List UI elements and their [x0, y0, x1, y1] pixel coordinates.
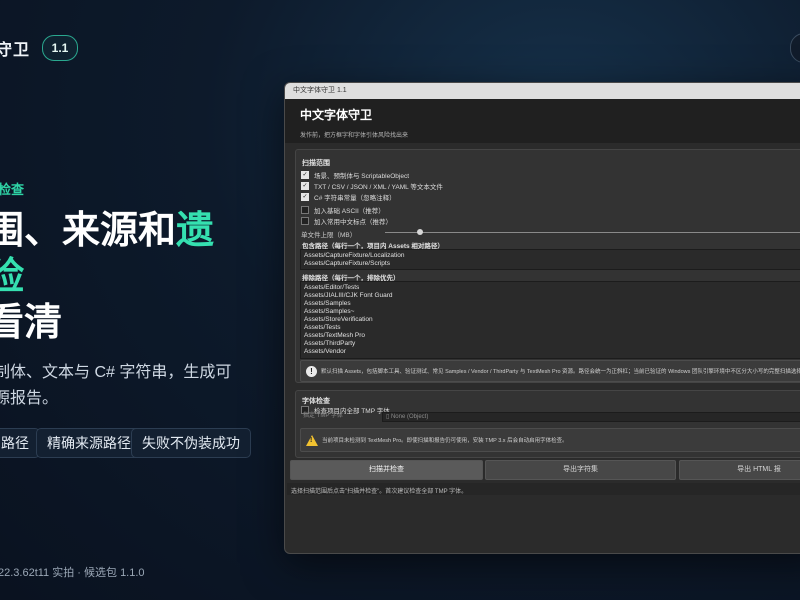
version-footnote: 22.3.62t11 实拍 · 候选包 1.1.0	[0, 567, 145, 579]
path-line: Assets/Samples~	[304, 308, 355, 315]
app-window: 中文字体守卫 1.1 中文字体守卫 发作前，把方框字和字体引体风险找出来 扫描范…	[284, 82, 800, 554]
export-charset-button[interactable]: 导出字符集	[485, 460, 676, 480]
info-icon: !	[306, 365, 317, 377]
font-check-panel: 字体检查 检查项目内全部 TMP 字体 指定 TMP 字体 ▯ None (Ob…	[295, 390, 800, 458]
tmp-font-object-field[interactable]: ▯ None (Object)	[382, 412, 800, 422]
option-label: C# 字符串常量（忽略注释）	[314, 195, 396, 202]
option-label: 加入基础 ASCII（推荐）	[314, 208, 385, 215]
path-line: Assets/StoreVerification	[304, 316, 373, 323]
tmp-warning-box: ! 当前项目未检测到 TextMesh Pro。即使扫描和报告仍可使用，安装 T…	[300, 428, 800, 452]
option-label: TXT / CSV / JSON / XML / YAML 等文本文件	[314, 184, 443, 191]
scan-panel: 扫描范围 ✓ 场景、预制体与 ScriptableObject ✓ TXT / …	[295, 149, 800, 383]
path-line: Assets/CaptureFixture/Scripts	[304, 260, 390, 267]
app-title: 中文字体守卫	[300, 108, 373, 122]
path-line: Assets/Vendor	[304, 348, 346, 355]
path-line: Assets/CaptureFixture/Localization	[304, 252, 405, 259]
option-label: 加入常用中文标点（推荐）	[314, 219, 392, 226]
tmp-font-field-label: 指定 TMP 字体	[303, 413, 343, 419]
file-size-slider[interactable]	[385, 232, 800, 233]
hero-headline: 围、来源和遗 险 看清	[0, 208, 214, 346]
path-line: Assets/Editor/Tests	[304, 284, 360, 291]
scan-info-text: 默认扫描 Assets，包括脚本工具、验证测试、常见 Samples / Ven…	[321, 369, 800, 375]
path-line: Assets/TextMesh Pro	[304, 332, 366, 339]
headline-line1: 围、来源和	[0, 210, 177, 252]
window-titlebar[interactable]: 中文字体守卫 1.1	[285, 83, 800, 99]
warning-icon: !	[306, 434, 318, 446]
exclude-paths-textarea[interactable]: Assets/Editor/Tests Assets/JIALIII/CJK F…	[300, 281, 800, 359]
headline-accent: 遗	[176, 210, 215, 252]
option-text-files[interactable]: ✓ TXT / CSV / JSON / XML / YAML 等文本文件	[301, 181, 443, 191]
export-html-button[interactable]: 导出 HTML 报	[679, 460, 800, 480]
hero-lead: 制体、文本与 C# 字符串，生成可 源报告。	[0, 360, 231, 412]
scan-section-title: 扫描范围	[302, 160, 330, 167]
object-field-value: None (Object)	[390, 414, 429, 420]
brand-name: 守卫	[0, 42, 31, 59]
headline-line3: 看清	[0, 302, 63, 344]
tmp-warning-text: 当前项目未检测到 TextMesh Pro。即使扫描和报告仍可使用，安装 TMP…	[322, 438, 568, 444]
include-paths-textarea[interactable]: Assets/CaptureFixture/Localization Asset…	[300, 249, 800, 270]
file-size-limit-row: 单文件上限（MB）	[301, 229, 800, 239]
option-cn-punctuation[interactable]: 加入常用中文标点（推荐）	[301, 216, 392, 226]
feature-chip: 失败不伪装成功	[131, 428, 251, 458]
checkbox-checked-icon[interactable]: ✓	[301, 182, 309, 190]
scan-info-box: ! 默认扫描 Assets，包括脚本工具、验证测试、常见 Samples / V…	[300, 360, 800, 382]
checkbox-unchecked-icon[interactable]	[301, 217, 309, 225]
checkbox-checked-icon[interactable]: ✓	[301, 193, 309, 201]
lead-line2: 源报告。	[0, 390, 59, 407]
path-line: Assets/Tests	[304, 324, 341, 331]
feature-chip: 路径	[0, 428, 40, 458]
headline-line2: 险	[0, 256, 25, 298]
checkbox-unchecked-icon[interactable]	[301, 206, 309, 214]
path-line: Assets/JIALIII/CJK Font Guard	[304, 292, 393, 299]
option-csharp-strings[interactable]: ✓ C# 字符串常量（忽略注释）	[301, 192, 396, 202]
option-label: 场景、预制体与 ScriptableObject	[314, 173, 409, 180]
option-scene-prefab[interactable]: ✓ 场景、预制体与 ScriptableObject	[301, 170, 409, 180]
top-right-button[interactable]	[790, 33, 800, 63]
path-line: Assets/ThirdParty	[304, 340, 356, 347]
slider-handle[interactable]	[417, 229, 424, 235]
checkbox-checked-icon[interactable]: ✓	[301, 171, 309, 179]
path-line: Assets/Samples	[304, 300, 351, 307]
app-header: 中文字体守卫 发作前，把方框字和字体引体风险找出来	[285, 99, 800, 143]
lead-line1: 制体、文本与 C# 字符串，生成可	[0, 364, 232, 381]
slider-label: 单文件上限（MB）	[301, 232, 357, 239]
section-eyebrow: 检查	[0, 182, 25, 197]
version-badge: 1.1	[42, 35, 78, 61]
status-text: 选择扫描范围后点击"扫描并检查"。首次建议检查全部 TMP 字体。	[291, 489, 468, 495]
app-subtitle: 发作前，把方框字和字体引体风险找出来	[300, 133, 409, 139]
scan-button[interactable]: 扫描并检查	[290, 460, 483, 480]
option-basic-ascii[interactable]: 加入基础 ASCII（推荐）	[301, 205, 385, 215]
feature-chip: 精确来源路径	[36, 428, 142, 458]
